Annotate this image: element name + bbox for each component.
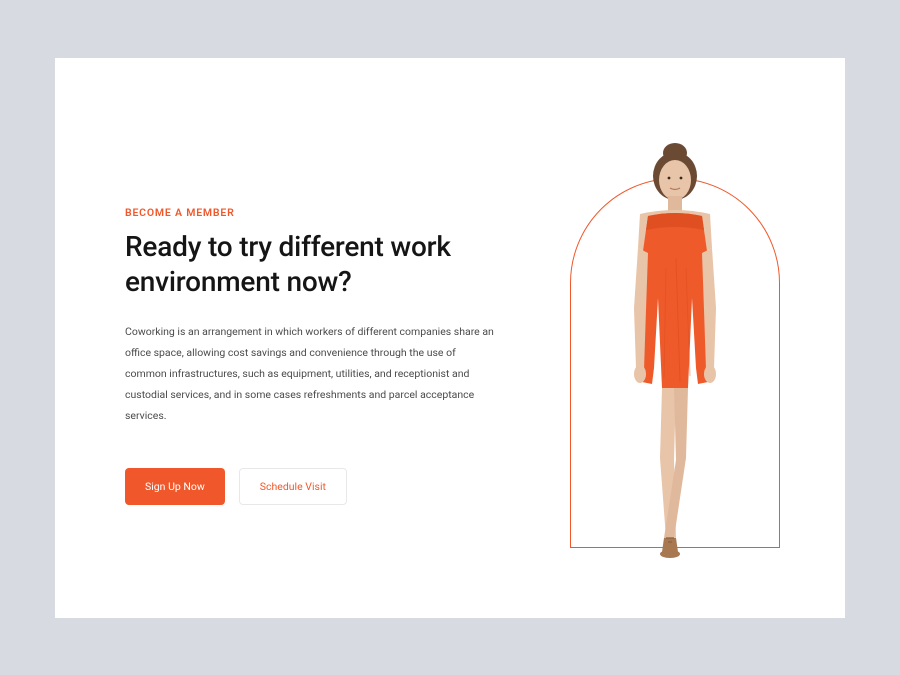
- hero-body: Coworking is an arrangement in which wor…: [125, 321, 495, 426]
- eyebrow-label: BECOME A MEMBER: [125, 206, 505, 219]
- schedule-visit-button[interactable]: Schedule Visit: [239, 468, 347, 505]
- hero-visual: [560, 138, 790, 558]
- signup-button[interactable]: Sign Up Now: [125, 468, 225, 505]
- person-illustration: [580, 138, 770, 568]
- hero-content: BECOME A MEMBER Ready to try different w…: [125, 206, 505, 505]
- cta-row: Sign Up Now Schedule Visit: [125, 468, 505, 505]
- hero-card: BECOME A MEMBER Ready to try different w…: [55, 58, 845, 618]
- hero-headline: Ready to try different work environment …: [125, 229, 505, 299]
